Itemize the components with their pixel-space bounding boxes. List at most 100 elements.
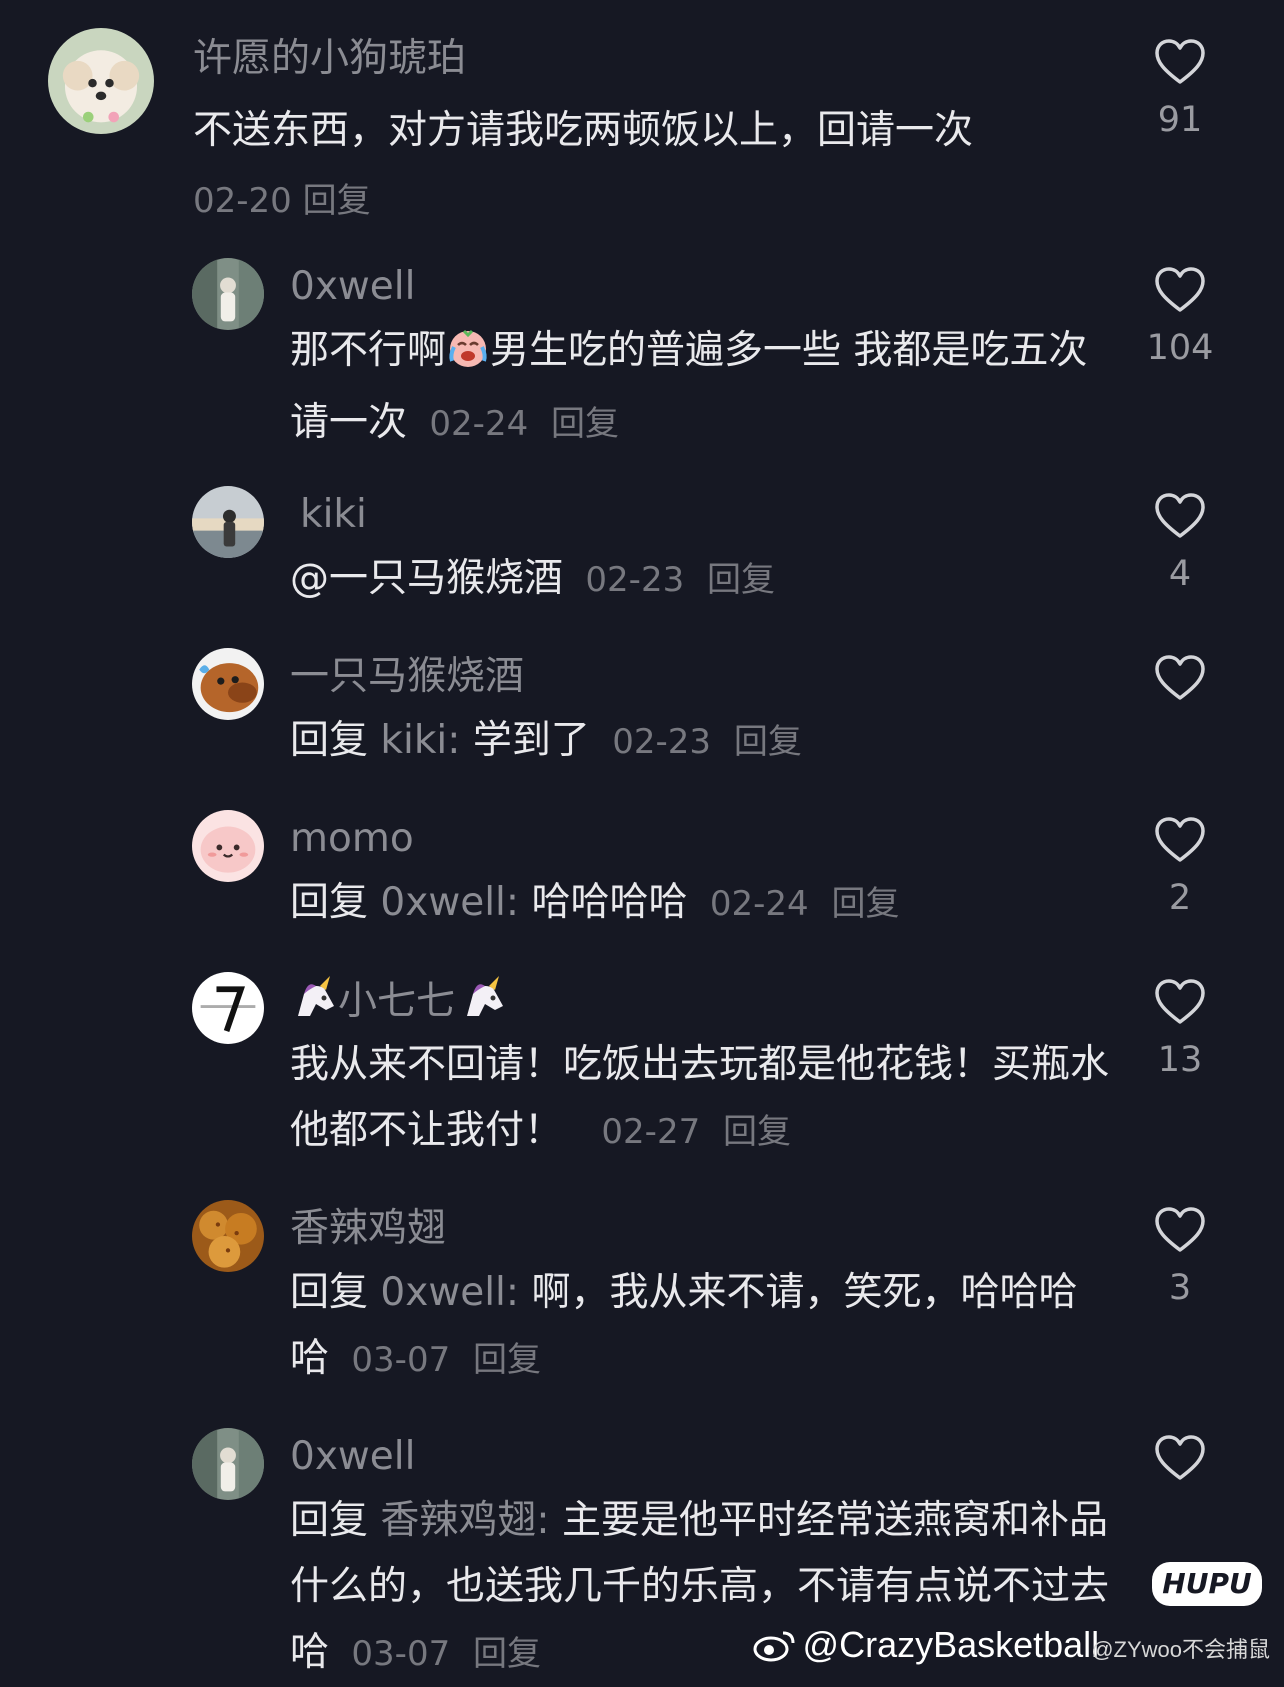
like-area: 91 [1120,38,1240,140]
reply-button[interactable]: 回复 [303,181,371,221]
reply-target[interactable]: 0xwell: [380,1270,519,1315]
reply-prefix: 回复 [290,1270,369,1315]
comment-date: 03-07 [351,1340,451,1380]
like-count: 2 [1168,878,1192,918]
comment-meta: 03-07 回复 [351,1340,541,1380]
reply-prefix: 回复 [290,1498,369,1543]
heart-outline-icon[interactable] [1154,1434,1206,1482]
reply-button[interactable]: 回复 [723,1112,791,1152]
weibo-watermark: @CrazyBasketball@ZYwoo不会捕鼠 [753,1624,1270,1672]
avatar-dog-cartoon[interactable] [192,648,264,720]
username[interactable]: 许愿的小狗琥珀 [193,34,1073,84]
unicorn-emoji [459,976,507,1033]
comment-text: 那不行啊 男生吃的普遍多一些 我都是吃五次请一次 02-24 回复 [290,318,1090,457]
username[interactable]: momo [290,814,1090,864]
comment-date: 03-07 [351,1634,451,1674]
comment-date: 02-27 [601,1112,701,1152]
comment-date: 02-23 [612,722,712,762]
reply-button[interactable]: 回复 [473,1634,541,1674]
username[interactable]: 0xwell [290,1432,1110,1482]
like-count: 91 [1157,100,1203,140]
like-area: 3 [1120,1206,1240,1308]
sunset-person-avatar-icon [192,486,264,558]
like-area: 2 [1120,816,1240,918]
comment-date: 02-24 [429,404,529,444]
heart-outline-icon[interactable] [1154,978,1206,1026]
like-count: 13 [1157,1040,1203,1080]
comment-meta: 02-23 回复 [585,560,775,600]
number-seven-avatar-icon [192,972,264,1044]
comment-text: @一只马猴烧酒 02-23 回复 [290,546,1090,613]
comment-meta: 02-24 回复 [429,404,619,444]
avatar-seven[interactable] [192,972,264,1044]
heart-outline-icon[interactable] [1154,1206,1206,1254]
comment-text: 回复 0xwell: 哈哈哈哈 02-24 回复 [290,870,1090,937]
reply-target[interactable]: 香辣鸡翅: [380,1498,549,1543]
like-count: 4 [1168,554,1192,594]
like-area [1120,1434,1240,1536]
comment-text: 回复 kiki: 学到了 02-23 回复 [290,708,1090,775]
like-count [1120,716,1240,756]
weibo-icon [753,1627,797,1672]
like-area: 104 [1120,266,1240,368]
crying-face-emoji [446,324,490,390]
hupu-logo: HUPU [1152,1562,1262,1606]
comment-meta: 02-23 回复 [612,722,802,762]
like-area: 13 [1120,978,1240,1080]
heart-outline-icon[interactable] [1154,654,1206,702]
comment-meta: 03-07 回复 [351,1634,541,1674]
comment-date: 02-20 [193,181,292,221]
like-area: 4 [1120,492,1240,594]
heart-outline-icon[interactable] [1154,816,1206,864]
username-row[interactable]: 小七七 [290,976,1110,1026]
heart-outline-icon[interactable] [1154,492,1206,540]
comment-meta: 02-24 回复 [710,884,900,924]
avatar-chicken-wings[interactable] [192,1200,264,1272]
comment-text: 回复 0xwell: 啊，我从来不请，笑死，哈哈哈哈 03-07 回复 [290,1260,1110,1393]
like-area [1120,654,1240,756]
peach-face-avatar-icon [192,810,264,882]
comment-body-start: 那不行啊 [290,328,447,373]
reply-prefix: 回复 [290,718,369,763]
reply-target[interactable]: 0xwell: [380,880,519,925]
avatar-0xwell[interactable] [192,258,264,330]
username[interactable]: 香辣鸡翅 [290,1204,1110,1254]
like-count [1120,1496,1240,1536]
reply-prefix: 回复 [290,880,369,925]
like-count: 104 [1146,328,1214,368]
reply-button[interactable]: 回复 [551,404,619,444]
comment-body: 学到了 [472,718,590,763]
reply-button[interactable]: 回复 [707,560,775,600]
puppy-avatar-icon [48,28,154,134]
person-avatar-icon [192,258,264,330]
watermark-handle: @CrazyBasketball [802,1624,1100,1665]
reply-button[interactable]: 回复 [734,722,802,762]
comment-body: 不送东西，对方请我吃两顿饭以上，回请一次 [193,108,974,153]
like-count: 3 [1168,1268,1192,1308]
reply-button[interactable]: 回复 [473,1340,541,1380]
comment-date: 02-24 [709,884,809,924]
reply-button[interactable]: 回复 [831,884,899,924]
reply-target[interactable]: kiki: [380,718,460,763]
username[interactable]: kiki [290,490,1090,540]
avatar-puppy[interactable] [48,28,154,134]
comment-text: 我从来不回请！吃饭出去玩都是他花钱！买瓶水他都不让我付！ 02-27 回复 [290,1032,1110,1165]
heart-outline-icon[interactable] [1154,38,1206,86]
username[interactable]: 一只马猴烧酒 [290,652,1090,702]
comment-body: 哈哈哈哈 [531,880,688,925]
avatar-momo[interactable] [192,810,264,882]
comment-text: 不送东西，对方请我吃两顿饭以上，回请一次 [193,98,1073,164]
comment-meta: 02-27 回复 [601,1112,791,1152]
avatar-kiki[interactable] [192,486,264,558]
watermark-sub: @ZYwoo不会捕鼠 [1091,1637,1270,1662]
unicorn-emoji [290,976,338,1033]
fried-chicken-avatar-icon [192,1200,264,1272]
comment-meta: 02-20 回复 [193,176,1073,226]
heart-outline-icon[interactable] [1154,266,1206,314]
person-avatar-icon [192,1428,264,1500]
username[interactable]: 小七七 [338,979,455,1024]
mention-link[interactable]: @一只马猴烧酒 [290,556,563,601]
avatar-0xwell[interactable] [192,1428,264,1500]
comment-date: 02-23 [585,560,685,600]
username[interactable]: 0xwell [290,262,1090,312]
